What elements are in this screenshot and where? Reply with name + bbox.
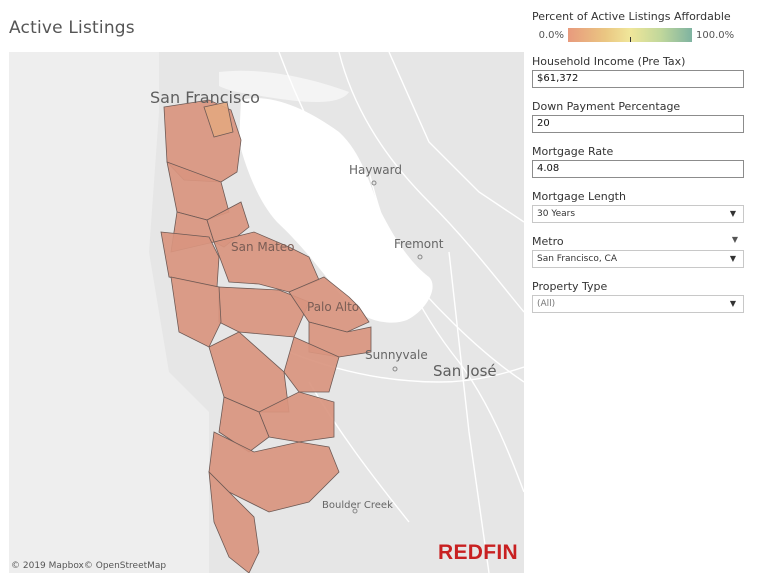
- label-san-jose: San José: [433, 362, 497, 380]
- label-boulder-creek: Boulder Creek: [322, 500, 393, 511]
- property-type-dropdown[interactable]: (All) ▼: [532, 295, 744, 313]
- hayward-marker: [371, 180, 377, 186]
- legend-gradient-bar: [568, 28, 692, 42]
- region-hmb: [160, 231, 220, 288]
- metro-label-row: Metro ▼: [532, 235, 744, 248]
- filter-panel: Percent of Active Listings Affordable 0.…: [532, 10, 744, 313]
- mortgage-length-value: 30 Years: [537, 209, 576, 219]
- legend-title: Percent of Active Listings Affordable: [532, 10, 731, 23]
- metro-menu-icon[interactable]: ▼: [732, 235, 744, 248]
- down-payment-filter: Down Payment Percentage 20: [532, 100, 744, 133]
- map-attribution[interactable]: © 2019 Mapbox© OpenStreetMap: [11, 561, 166, 571]
- label-san-mateo: San Mateo: [231, 240, 295, 254]
- legend-max-label: 100.0%: [696, 29, 735, 41]
- income-label: Household Income (Pre Tax): [532, 55, 686, 68]
- redfin-logo: REDFIN: [438, 541, 518, 564]
- property-type-filter: Property Type (All) ▼: [532, 280, 744, 313]
- metro-value: San Francisco, CA: [537, 254, 617, 264]
- chevron-down-icon[interactable]: ▼: [730, 296, 736, 312]
- metro-filter: Metro ▼ San Francisco, CA ▼: [532, 235, 744, 268]
- sunnyvale-marker: [392, 366, 398, 372]
- label-palo-alto: Palo Alto: [307, 300, 360, 314]
- legend-tick: [630, 37, 631, 42]
- metro-label: Metro: [532, 235, 564, 248]
- property-type-label: Property Type: [532, 280, 608, 293]
- property-type-value: (All): [537, 299, 556, 309]
- legend: 0.0% 100.0%: [532, 27, 744, 43]
- label-fremont: Fremont: [394, 237, 444, 251]
- mortgage-length-filter: Mortgage Length 30 Years ▼: [532, 190, 744, 223]
- page-title: Active Listings: [9, 18, 135, 38]
- label-sunnyvale: Sunnyvale: [365, 348, 428, 362]
- chevron-down-icon[interactable]: ▼: [730, 206, 736, 222]
- down-payment-label: Down Payment Percentage: [532, 100, 681, 113]
- mortgage-rate-filter: Mortgage Rate 4.08: [532, 145, 744, 178]
- chevron-down-icon[interactable]: ▼: [730, 251, 736, 267]
- mortgage-rate-label: Mortgage Rate: [532, 145, 614, 158]
- legend-min-label: 0.0%: [538, 29, 564, 41]
- map-view[interactable]: San Francisco Hayward Fremont San Mateo …: [9, 52, 524, 573]
- mortgage-length-label: Mortgage Length: [532, 190, 626, 203]
- region-coast2: [208, 331, 290, 413]
- mortgage-rate-input[interactable]: 4.08: [532, 160, 744, 178]
- down-payment-input[interactable]: 20: [532, 115, 744, 133]
- map-canvas[interactable]: [9, 52, 524, 573]
- income-filter: Household Income (Pre Tax) $61,372: [532, 55, 744, 88]
- metro-dropdown[interactable]: San Francisco, CA ▼: [532, 250, 744, 268]
- fremont-marker: [417, 254, 423, 260]
- label-hayward: Hayward: [349, 163, 402, 177]
- region-coast1: [170, 276, 222, 348]
- income-input[interactable]: $61,372: [532, 70, 744, 88]
- label-san-francisco: San Francisco: [150, 88, 260, 107]
- mortgage-length-dropdown[interactable]: 30 Years ▼: [532, 205, 744, 223]
